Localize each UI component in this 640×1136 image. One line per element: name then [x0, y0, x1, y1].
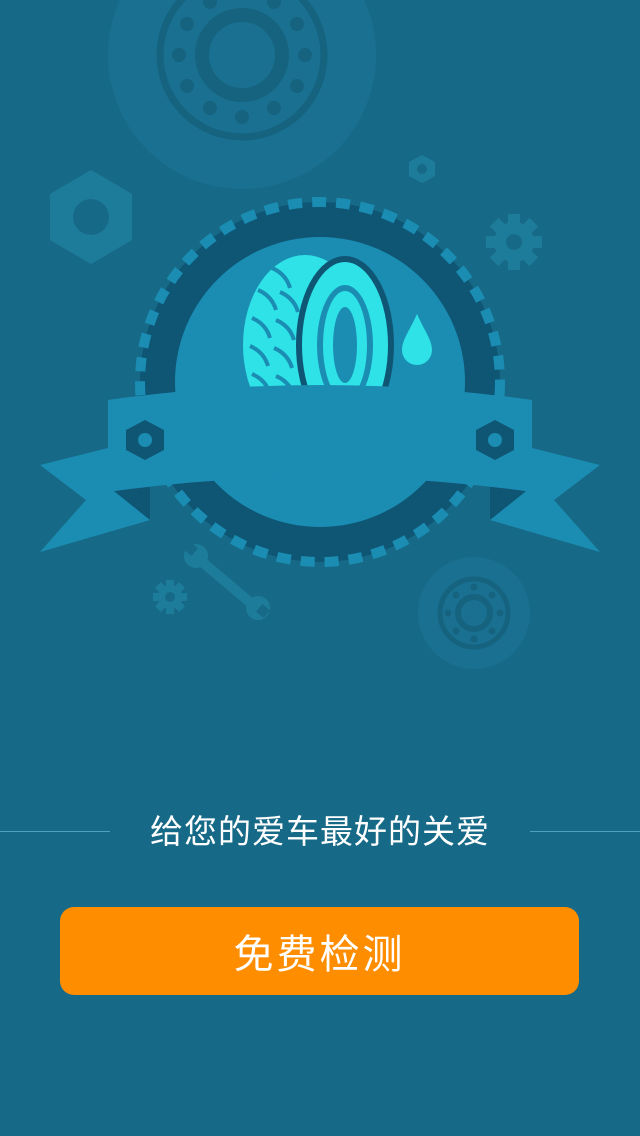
hex-nut-icon: [50, 170, 132, 264]
bearing-icon: [418, 557, 530, 669]
hex-nut-icon: [409, 155, 435, 183]
bearing-icon: [108, 0, 376, 189]
tagline: 给您的爱车最好的关爱: [150, 812, 490, 851]
gear-icon: [486, 214, 542, 270]
divider-left: [0, 831, 110, 832]
car-care-badge-illustration: [0, 0, 640, 700]
free-inspection-button[interactable]: 免费检测: [60, 907, 579, 995]
tagline-row: 给您的爱车最好的关爱: [0, 806, 640, 858]
divider-right: [530, 831, 640, 832]
gear-icon: [153, 580, 187, 614]
